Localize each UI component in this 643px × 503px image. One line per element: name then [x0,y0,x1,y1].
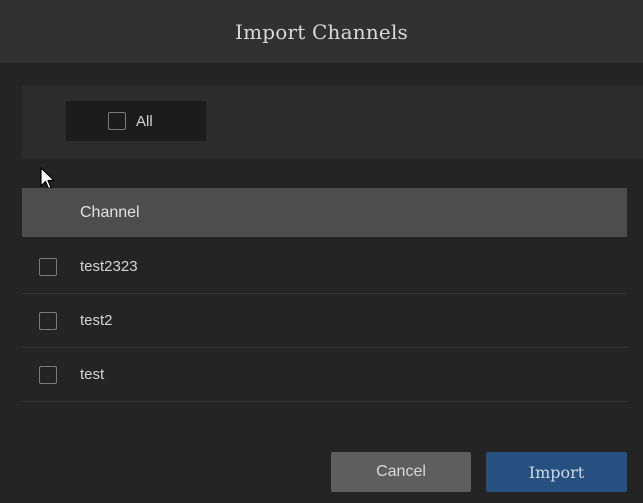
import-channels-dialog: Import Channels All Channel test2323 tes… [0,0,643,503]
channel-list: test2323 test2 test [22,240,627,402]
dialog-footer: Cancel Import [0,452,643,492]
channel-table-header: Channel [22,188,627,237]
channel-row[interactable]: test2323 [22,240,627,294]
select-all-label: All [136,112,153,130]
dialog-title: Import Channels [234,19,409,44]
channel-checkbox[interactable] [39,257,57,276]
channel-column-header: Channel [80,203,140,221]
channel-name: test2 [80,312,113,329]
channel-row[interactable]: test2 [22,294,627,348]
channel-checkbox[interactable] [39,311,57,330]
import-button[interactable]: Import [486,452,627,492]
channel-checkbox[interactable] [39,365,57,384]
filter-panel: All [22,86,643,159]
channel-row[interactable]: test [22,348,627,402]
select-all-toggle[interactable]: All [66,101,206,141]
dialog-title-bar: Import Channels [0,0,643,64]
select-all-checkbox[interactable] [108,112,126,130]
channel-name: test2323 [80,258,138,275]
channel-name: test [80,366,105,383]
cancel-button[interactable]: Cancel [331,452,471,492]
